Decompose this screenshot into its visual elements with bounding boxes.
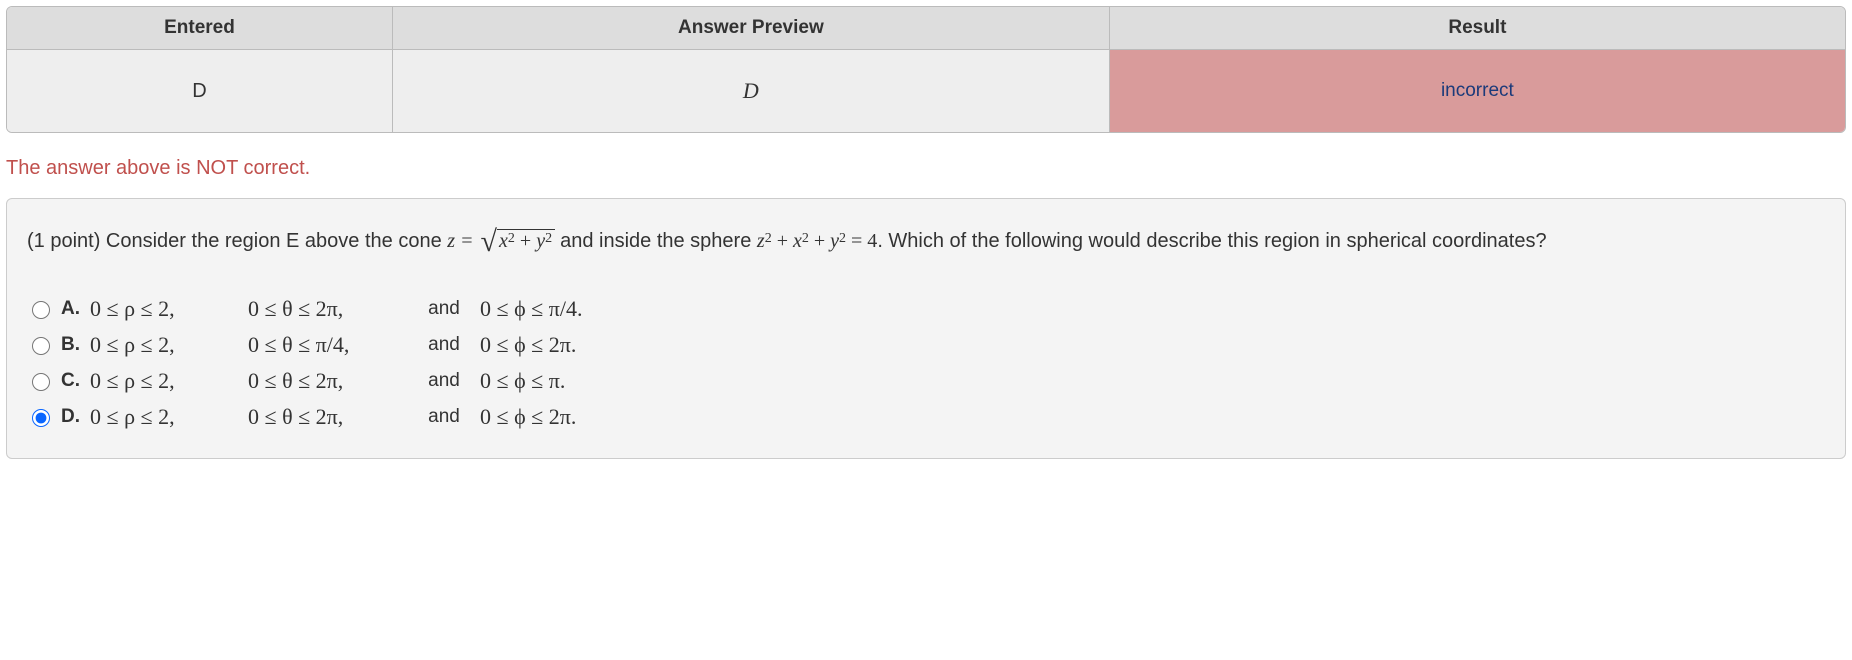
table-row: D D incorrect (7, 50, 1845, 132)
eq1-lhs: z = (447, 230, 478, 252)
choice-b[interactable]: B. 0 ≤ ρ ≤ 2, 0 ≤ θ ≤ π/4, and 0 ≤ ϕ ≤ 2… (27, 328, 1825, 362)
choice-d-rho: 0 ≤ ρ ≤ 2, (90, 400, 240, 434)
choice-c-theta: 0 ≤ θ ≤ 2π, (248, 364, 408, 398)
equation-sphere: z2 + x2 + y2 = 4 (757, 230, 877, 252)
choice-a-theta: 0 ≤ θ ≤ 2π, (248, 292, 408, 326)
choice-b-theta: 0 ≤ θ ≤ π/4, (248, 328, 408, 362)
cell-result: incorrect (1110, 50, 1845, 132)
feedback-message: The answer above is NOT correct. (6, 157, 1846, 180)
choice-a[interactable]: A. 0 ≤ ρ ≤ 2, 0 ≤ θ ≤ 2π, and 0 ≤ ϕ ≤ π/… (27, 292, 1825, 326)
choice-c-rho: 0 ≤ ρ ≤ 2, (90, 364, 240, 398)
radio-b[interactable] (32, 337, 50, 355)
choice-c-label: C. (61, 366, 80, 395)
choice-b-phi: 0 ≤ ϕ ≤ 2π. (480, 328, 650, 362)
question-prefix: (1 point) Consider the region E above th… (27, 230, 447, 252)
choice-a-and: and (416, 294, 472, 323)
choice-d[interactable]: D. 0 ≤ ρ ≤ 2, 0 ≤ θ ≤ 2π, and 0 ≤ ϕ ≤ 2π… (27, 400, 1825, 434)
choice-a-label: A. (61, 294, 80, 323)
col-header-entered: Entered (7, 7, 393, 50)
choice-c[interactable]: C. 0 ≤ ρ ≤ 2, 0 ≤ θ ≤ 2π, and 0 ≤ ϕ ≤ π. (27, 364, 1825, 398)
choice-c-phi: 0 ≤ ϕ ≤ π. (480, 364, 650, 398)
equation-cone: z = √x2 + y2 (447, 230, 560, 252)
choice-d-and: and (416, 402, 472, 431)
question-mid: and inside the sphere (560, 230, 757, 252)
choice-b-label: B. (61, 330, 80, 359)
choice-a-rho: 0 ≤ ρ ≤ 2, (90, 292, 240, 326)
choice-b-rho: 0 ≤ ρ ≤ 2, (90, 328, 240, 362)
choice-c-and: and (416, 366, 472, 395)
sqrt-icon: √x2 + y2 (479, 219, 556, 266)
question-text: (1 point) Consider the region E above th… (27, 219, 1825, 266)
cell-preview: D (393, 50, 1110, 132)
choice-d-phi: 0 ≤ ϕ ≤ 2π. (480, 400, 650, 434)
radio-c[interactable] (32, 373, 50, 391)
radio-d[interactable] (32, 409, 50, 427)
col-header-preview: Answer Preview (393, 7, 1110, 50)
radio-a[interactable] (32, 301, 50, 319)
cell-entered: D (7, 50, 393, 132)
problem-box: (1 point) Consider the region E above th… (6, 198, 1846, 459)
choice-d-theta: 0 ≤ θ ≤ 2π, (248, 400, 408, 434)
choice-d-label: D. (61, 402, 80, 431)
radicand-x: x (499, 230, 508, 252)
choice-b-and: and (416, 330, 472, 359)
col-header-result: Result (1110, 7, 1845, 50)
radicand-y: y (536, 230, 545, 252)
results-table: Entered Answer Preview Result D D incorr… (6, 6, 1846, 133)
question-suffix: . Which of the following would describe … (877, 230, 1546, 252)
choices-list: A. 0 ≤ ρ ≤ 2, 0 ≤ θ ≤ 2π, and 0 ≤ ϕ ≤ π/… (27, 292, 1825, 434)
choice-a-phi: 0 ≤ ϕ ≤ π/4. (480, 292, 650, 326)
